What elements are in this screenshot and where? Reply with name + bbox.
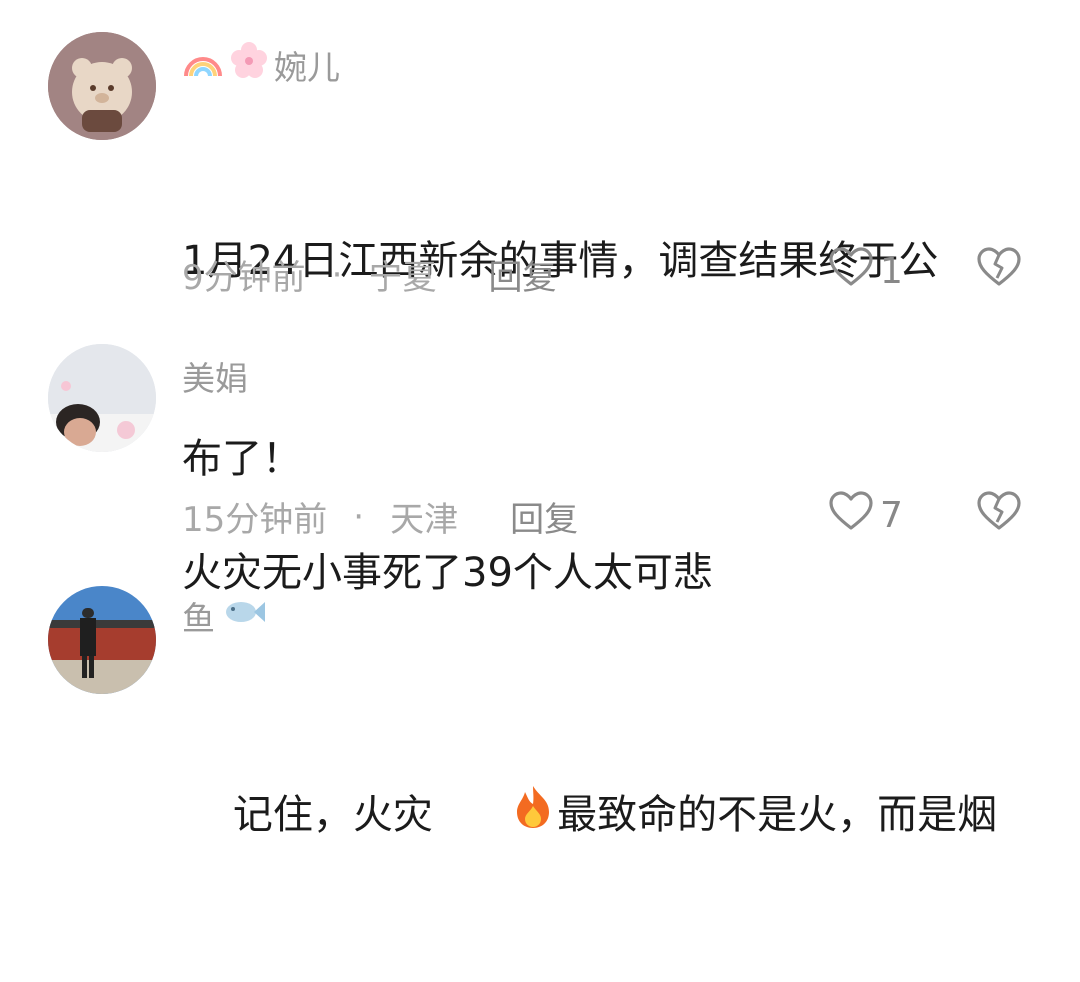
location: 天津 [390, 500, 459, 540]
heart-icon [828, 246, 880, 297]
comment-text-part: 最致命的不是火，而是烟 [557, 792, 998, 838]
avatar[interactable] [48, 344, 156, 452]
fire-icon [437, 718, 553, 916]
fish-icon [221, 595, 267, 637]
location: 宁夏 [368, 258, 437, 298]
separator: · [331, 254, 343, 295]
comment-meta: 15分钟前 · 天津 回复 [182, 492, 578, 541]
rainbow-icon [182, 40, 224, 90]
cherry-blossom-icon [228, 40, 270, 90]
dislike-button[interactable] [976, 490, 1022, 536]
reply-button[interactable]: 回复 [510, 492, 578, 541]
like-count: 7 [880, 495, 903, 536]
username-text: 鱼 [182, 599, 215, 638]
timestamp: 15分钟前 [182, 500, 328, 540]
username[interactable]: 婉儿 [182, 40, 340, 90]
comment-meta: 9分钟前 · 宁夏 回复 [182, 250, 556, 299]
like-button[interactable]: 7 [828, 490, 903, 541]
like-count: 1 [880, 251, 903, 292]
username[interactable]: 鱼 [182, 592, 267, 640]
username-text: 美娟 [182, 359, 248, 398]
username-text: 婉儿 [274, 48, 340, 87]
broken-heart-icon [976, 247, 1022, 292]
broken-heart-icon [976, 491, 1022, 536]
comment-text-line: 火灾无小事死了39个人太可悲 [182, 550, 713, 596]
comment-text: 记住，火灾 最致命的不是火，而是烟 [182, 652, 1042, 982]
reply-button[interactable]: 回复 [488, 250, 556, 299]
separator: · [353, 496, 365, 537]
timestamp: 9分钟前 [182, 258, 306, 298]
dislike-button[interactable] [976, 246, 1022, 292]
username[interactable]: 美娟 [182, 352, 248, 400]
avatar[interactable] [48, 32, 156, 140]
comment-text-part: 记住，火灾 [232, 792, 433, 838]
heart-icon [828, 490, 880, 541]
avatar[interactable] [48, 586, 156, 694]
like-button[interactable]: 1 [828, 246, 903, 297]
